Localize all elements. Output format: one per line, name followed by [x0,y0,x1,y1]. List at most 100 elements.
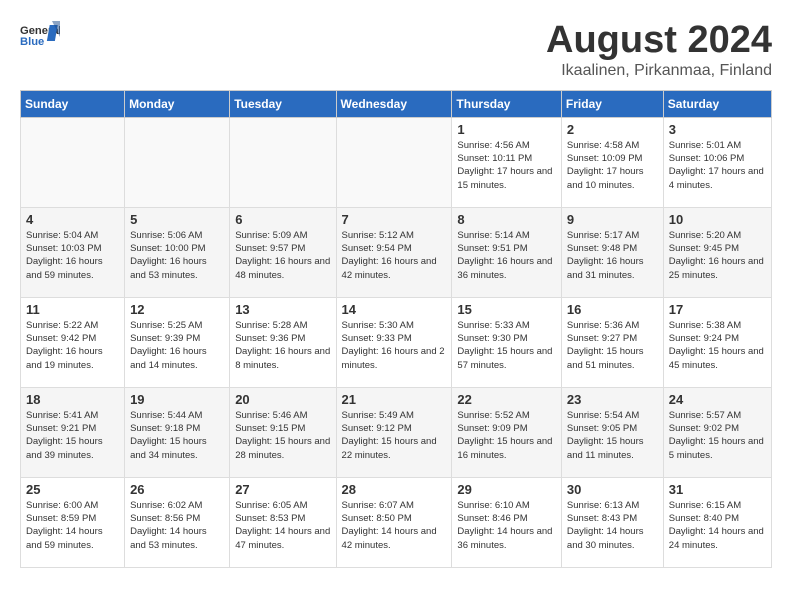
day-detail: Sunrise: 6:05 AMSunset: 8:53 PMDaylight:… [235,499,330,552]
svg-text:Blue: Blue [20,36,44,48]
table-row [21,117,125,207]
day-number: 4 [26,212,119,227]
day-number: 31 [669,482,766,497]
table-row: 18 Sunrise: 5:41 AMSunset: 9:21 PMDayligh… [21,387,125,477]
table-row [125,117,230,207]
day-number: 3 [669,122,766,137]
day-detail: Sunrise: 4:58 AMSunset: 10:09 PMDaylight… [567,139,658,192]
calendar-title: August 2024 [546,20,772,62]
day-number: 12 [130,302,224,317]
calendar-subtitle: Ikaalinen, Pirkanmaa, Finland [546,62,772,80]
col-tuesday: Tuesday [230,90,336,117]
day-detail: Sunrise: 5:54 AMSunset: 9:05 PMDaylight:… [567,409,658,462]
day-detail: Sunrise: 5:33 AMSunset: 9:30 PMDaylight:… [457,319,556,372]
table-row: 15Sunrise: 5:33 AMSunset: 9:30 PMDayligh… [452,297,562,387]
table-row: 7 Sunrise: 5:12 AMSunset: 9:54 PMDaylight… [336,207,452,297]
day-number: 14 [342,302,447,317]
title-section: August 2024 Ikaalinen, Pirkanmaa, Finlan… [546,20,772,80]
day-detail: Sunrise: 5:09 AMSunset: 9:57 PMDaylight:… [235,229,330,282]
day-number: 6 [235,212,330,227]
col-wednesday: Wednesday [336,90,452,117]
table-row: 9 Sunrise: 5:17 AMSunset: 9:48 PMDaylight… [561,207,663,297]
day-detail: Sunrise: 6:10 AMSunset: 8:46 PMDaylight:… [457,499,556,552]
table-row [336,117,452,207]
table-row: 25 Sunrise: 6:00 AMSunset: 8:59 PMDayligh… [21,477,125,567]
col-thursday: Thursday [452,90,562,117]
table-row: 8 Sunrise: 5:14 AMSunset: 9:51 PMDaylight… [452,207,562,297]
day-number: 11 [26,302,119,317]
day-number: 26 [130,482,224,497]
day-detail: Sunrise: 5:14 AMSunset: 9:51 PMDaylight:… [457,229,556,282]
table-row: 24Sunrise: 5:57 AMSunset: 9:02 PMDayligh… [663,387,771,477]
day-detail: Sunrise: 6:02 AMSunset: 8:56 PMDaylight:… [130,499,224,552]
table-row: 5Sunrise: 5:06 AMSunset: 10:00 PMDayligh… [125,207,230,297]
table-row: 6 Sunrise: 5:09 AMSunset: 9:57 PMDaylight… [230,207,336,297]
day-detail: Sunrise: 5:46 AMSunset: 9:15 PMDaylight:… [235,409,330,462]
table-row: 31 Sunrise: 6:15 AMSunset: 8:40 PMDayligh… [663,477,771,567]
day-number: 5 [130,212,224,227]
col-sunday: Sunday [21,90,125,117]
day-number: 30 [567,482,658,497]
day-number: 18 [26,392,119,407]
day-number: 25 [26,482,119,497]
day-number: 2 [567,122,658,137]
day-number: 23 [567,392,658,407]
table-row: 20 Sunrise: 5:46 AMSunset: 9:15 PMDayligh… [230,387,336,477]
table-row: 13 Sunrise: 5:28 AMSunset: 9:36 PMDayligh… [230,297,336,387]
day-detail: Sunrise: 5:36 AMSunset: 9:27 PMDaylight:… [567,319,658,372]
table-row: 11 Sunrise: 5:22 AMSunset: 9:42 PMDayligh… [21,297,125,387]
day-detail: Sunrise: 6:00 AMSunset: 8:59 PMDaylight:… [26,499,119,552]
day-detail: Sunrise: 5:38 AMSunset: 9:24 PMDaylight:… [669,319,766,372]
day-detail: Sunrise: 5:49 AMSunset: 9:12 PMDaylight:… [342,409,447,462]
day-detail: Sunrise: 5:57 AMSunset: 9:02 PMDaylight:… [669,409,766,462]
day-number: 1 [457,122,556,137]
day-detail: Sunrise: 5:04 AMSunset: 10:03 PMDaylight… [26,229,119,282]
calendar-body: 1 Sunrise: 4:56 AMSunset: 10:11 PMDayligh… [21,117,772,567]
table-row [230,117,336,207]
day-detail: Sunrise: 5:30 AMSunset: 9:33 PMDaylight:… [342,319,447,372]
table-row: 10 Sunrise: 5:20 AMSunset: 9:45 PMDayligh… [663,207,771,297]
day-detail: Sunrise: 5:52 AMSunset: 9:09 PMDaylight:… [457,409,556,462]
day-number: 20 [235,392,330,407]
day-detail: Sunrise: 5:28 AMSunset: 9:36 PMDaylight:… [235,319,330,372]
logo: General Blue [20,20,60,50]
day-detail: Sunrise: 5:12 AMSunset: 9:54 PMDaylight:… [342,229,447,282]
calendar-table: Sunday Monday Tuesday Wednesday Thursday… [20,90,772,568]
day-number: 10 [669,212,766,227]
day-detail: Sunrise: 5:44 AMSunset: 9:18 PMDaylight:… [130,409,224,462]
day-detail: Sunrise: 5:41 AMSunset: 9:21 PMDaylight:… [26,409,119,462]
calendar-header: Sunday Monday Tuesday Wednesday Thursday… [21,90,772,117]
table-row: 2 Sunrise: 4:58 AMSunset: 10:09 PMDayligh… [561,117,663,207]
day-number: 19 [130,392,224,407]
day-number: 29 [457,482,556,497]
day-detail: Sunrise: 5:22 AMSunset: 9:42 PMDaylight:… [26,319,119,372]
table-row: 12Sunrise: 5:25 AMSunset: 9:39 PMDayligh… [125,297,230,387]
day-detail: Sunrise: 6:15 AMSunset: 8:40 PMDaylight:… [669,499,766,552]
day-number: 27 [235,482,330,497]
table-row: 4 Sunrise: 5:04 AMSunset: 10:03 PMDayligh… [21,207,125,297]
day-number: 28 [342,482,447,497]
table-row: 28 Sunrise: 6:07 AMSunset: 8:50 PMDayligh… [336,477,452,567]
table-row: 1 Sunrise: 4:56 AMSunset: 10:11 PMDayligh… [452,117,562,207]
day-detail: Sunrise: 5:17 AMSunset: 9:48 PMDaylight:… [567,229,658,282]
day-number: 13 [235,302,330,317]
table-row: 23 Sunrise: 5:54 AMSunset: 9:05 PMDayligh… [561,387,663,477]
day-number: 9 [567,212,658,227]
table-row: 29 Sunrise: 6:10 AMSunset: 8:46 PMDayligh… [452,477,562,567]
day-detail: Sunrise: 6:07 AMSunset: 8:50 PMDaylight:… [342,499,447,552]
day-detail: Sunrise: 4:56 AMSunset: 10:11 PMDaylight… [457,139,556,192]
day-detail: Sunrise: 6:13 AMSunset: 8:43 PMDaylight:… [567,499,658,552]
table-row: 21 Sunrise: 5:49 AMSunset: 9:12 PMDayligh… [336,387,452,477]
day-number: 22 [457,392,556,407]
day-number: 21 [342,392,447,407]
table-row: 26 Sunrise: 6:02 AMSunset: 8:56 PMDayligh… [125,477,230,567]
table-row: 3Sunrise: 5:01 AMSunset: 10:06 PMDayligh… [663,117,771,207]
table-row: 19 Sunrise: 5:44 AMSunset: 9:18 PMDayligh… [125,387,230,477]
day-number: 7 [342,212,447,227]
day-detail: Sunrise: 5:20 AMSunset: 9:45 PMDaylight:… [669,229,766,282]
day-number: 8 [457,212,556,227]
logo-icon: General Blue [20,20,60,50]
table-row: 22 Sunrise: 5:52 AMSunset: 9:09 PMDayligh… [452,387,562,477]
table-row: 14 Sunrise: 5:30 AMSunset: 9:33 PMDayligh… [336,297,452,387]
table-row: 27 Sunrise: 6:05 AMSunset: 8:53 PMDayligh… [230,477,336,567]
